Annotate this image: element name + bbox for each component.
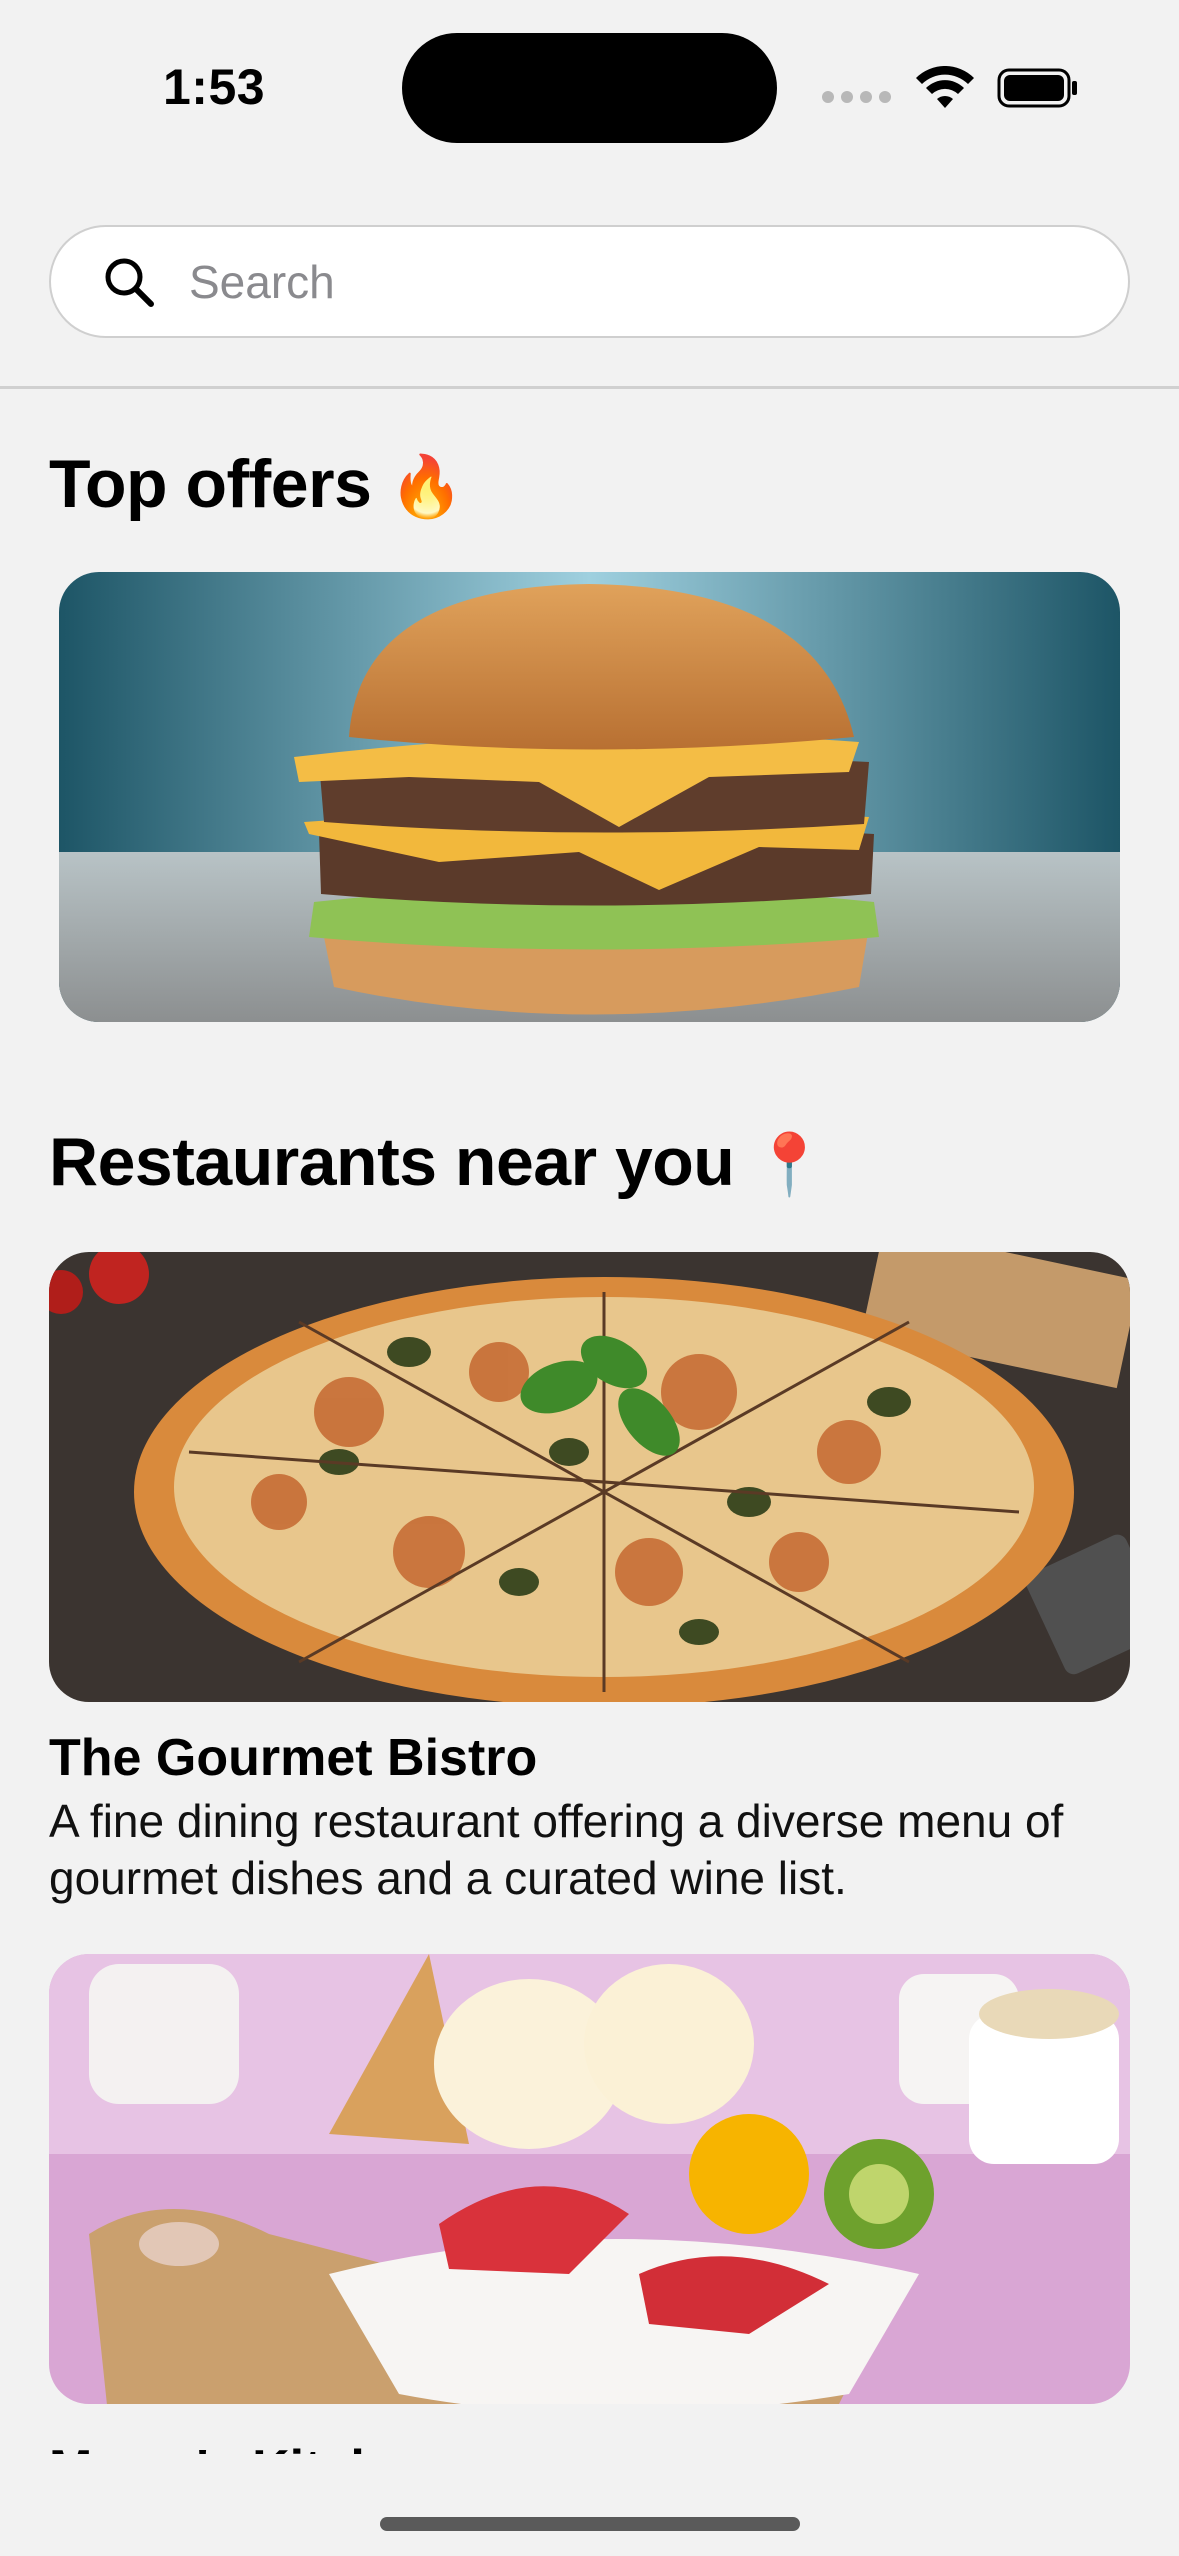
search-input[interactable] [189,254,989,309]
top-offer-banner[interactable] [59,572,1120,1022]
wifi-icon [916,66,974,108]
top-offers-heading: Top offers 🔥 [49,450,464,518]
pizza-image [49,1252,1130,1702]
top-offers-title: Top offers [49,446,372,522]
restaurant-name-2[interactable]: Mama's Kitchen [49,2432,443,2454]
home-indicator[interactable] [380,2517,800,2531]
cellular-signal-icon [822,91,891,103]
search-bar[interactable] [49,225,1130,338]
burger-image [59,572,1120,1022]
restaurant-card-image[interactable] [49,1252,1130,1702]
header-divider [0,386,1179,389]
restaurants-title: Restaurants near you [49,1124,735,1200]
battery-icon [997,68,1077,108]
restaurant-card-image-2[interactable] [49,1954,1130,2404]
pin-icon: 📍 [752,1130,827,1200]
status-time: 1:53 [163,59,266,115]
restaurant-name[interactable]: The Gourmet Bistro [49,1728,537,1788]
status-icons [822,66,1079,110]
restaurant-description: A fine dining restaurant offering a dive… [49,1795,1064,1904]
restaurants-heading: Restaurants near you 📍 [49,1128,827,1196]
search-icon [105,258,154,307]
fire-icon: 🔥 [389,452,464,522]
app-screen: 1:53 Top offers🔥 [0,0,1179,2556]
dessert-image [49,1954,1130,2404]
dynamic-island [402,33,777,143]
